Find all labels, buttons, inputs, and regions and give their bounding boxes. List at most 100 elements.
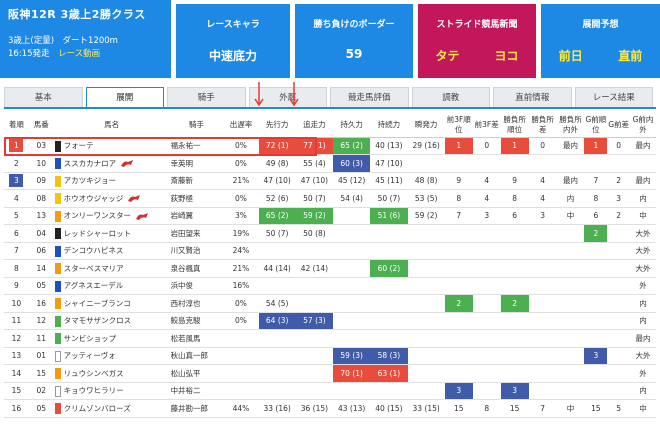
cell-name[interactable]: キョウワヒラリー: [53, 382, 170, 400]
table-row[interactable]: 10 16 シャイニーブランコ 西村淳也 0% 54 (5) 2 2 内: [4, 294, 656, 313]
cell-name[interactable]: デンコウハピネス: [53, 242, 170, 260]
cell-jizoku: 40 (13): [370, 137, 408, 155]
table-row[interactable]: 7 06 デンコウハピネス 川又賢治 24% 大外: [4, 242, 656, 260]
cell-senko: 33 (16): [258, 399, 296, 418]
cell-sio: [556, 294, 585, 313]
table-row[interactable]: 13 01 アッティーヴォ 秋山真一郎 59 (3) 58 (3) 3 大外: [4, 347, 656, 365]
table-row[interactable]: 6 04 レッドシャーロット 岩田望来 19% 50 (7) 50 (8) 2 大外: [4, 224, 656, 243]
table-row[interactable]: 8 14 スターベスマリア 泉谷楓真 21% 44 (14) 42 (14) 60 (2) 大外: [4, 259, 656, 278]
horse-name[interactable]: フォーテ: [64, 141, 94, 150]
cell-sr: 2: [500, 294, 529, 313]
horse-name[interactable]: アカツキジョー: [64, 176, 117, 185]
cell-name[interactable]: シャイニーブランコ: [53, 294, 170, 313]
col-f3-rank[interactable]: 前3F順位: [444, 113, 473, 138]
cell-gr: [584, 277, 608, 295]
horse-name[interactable]: オンリーワンスター: [64, 211, 131, 220]
tab-basic[interactable]: 基本: [4, 87, 83, 107]
horse-name[interactable]: シャイニーブランコ: [64, 299, 131, 308]
cell-sr: [500, 347, 529, 365]
horse-name[interactable]: デンコウハピネス: [64, 246, 124, 255]
cell-jockey: 藤井勘一郎: [169, 399, 224, 418]
tab-latest-info[interactable]: 直前情報: [493, 87, 572, 107]
cell-rank: 6: [4, 224, 29, 243]
col-jockey[interactable]: 騎手: [169, 113, 224, 138]
cell-name[interactable]: ススカカナロア: [53, 154, 170, 173]
tab-training[interactable]: 調教: [411, 87, 490, 107]
col-shunpatsu[interactable]: 瞬発力: [407, 113, 445, 138]
col-f3-diff[interactable]: 前3F差: [472, 113, 501, 138]
race-video-link[interactable]: レース動画: [58, 49, 100, 59]
col-rank[interactable]: 着順: [4, 113, 29, 138]
horse-name[interactable]: クリムゾンバローズ: [64, 404, 131, 413]
cell-jockey: 中井裕二: [169, 382, 224, 400]
cell-name[interactable]: フォーテ: [53, 137, 170, 155]
col-turn-diff[interactable]: 勝負所差: [528, 113, 557, 138]
tab-jockey[interactable]: 騎手: [167, 87, 246, 107]
col-goal-lane[interactable]: G前内外: [630, 113, 656, 138]
cell-name[interactable]: オンリーワンスター: [53, 207, 170, 225]
horse-name[interactable]: ススカカナロア: [64, 159, 117, 168]
col-number[interactable]: 馬番: [28, 113, 54, 138]
table-row[interactable]: 15 02 キョウワヒラリー 中井裕二 3 3 内: [4, 382, 656, 400]
table-row[interactable]: 1 03 フォーテ 福永祐一 0% 72 (1) 77 (1) 65 (2) 40 (13) 29…: [4, 137, 656, 155]
cell-name[interactable]: アグネスエーデル: [53, 277, 170, 295]
cell-late: [223, 329, 259, 348]
col-goal-rank[interactable]: G前順位: [584, 113, 608, 138]
cell-gr: [584, 329, 608, 348]
cell-name[interactable]: ホウオウジャッジ: [53, 189, 170, 208]
forecast-just-before-link[interactable]: 直前: [618, 47, 642, 64]
table-row[interactable]: 11 12 タマモサザンクロス 鮫島克駿 0% 64 (3) 57 (3) 内: [4, 312, 656, 330]
horse-name[interactable]: リュウシンベガス: [64, 369, 124, 378]
col-goal-diff[interactable]: G前差: [607, 113, 631, 138]
cell-f3r: [444, 259, 473, 278]
cell-rank: 9: [4, 277, 29, 295]
horse-name[interactable]: ホウオウジャッジ: [64, 194, 124, 203]
cell-sio: [556, 347, 585, 365]
col-turn-rank[interactable]: 勝負所順位: [500, 113, 529, 138]
col-jizoku[interactable]: 持続力: [370, 113, 408, 138]
cell-f3r: [444, 277, 473, 295]
stride-tate-link[interactable]: タテ: [435, 47, 459, 64]
col-tsuiso[interactable]: 追走力: [295, 113, 334, 138]
col-senko[interactable]: 先行力: [258, 113, 296, 138]
cell-name[interactable]: アカツキジョー: [53, 172, 170, 190]
table-row[interactable]: 12 11 サンビショップ 松若風馬 最内: [4, 329, 656, 348]
cell-jizoku: 60 (2): [370, 259, 408, 278]
col-horse-name[interactable]: 馬名: [53, 113, 170, 138]
stride-yoko-link[interactable]: ヨコ: [494, 47, 518, 64]
cell-name[interactable]: アッティーヴォ: [53, 347, 170, 365]
cell-shunpatsu: [407, 312, 445, 330]
cell-name[interactable]: サンビショップ: [53, 329, 170, 348]
col-late-start[interactable]: 出遅率: [223, 113, 259, 138]
horse-name[interactable]: サンビショップ: [64, 334, 117, 343]
cell-sd: 0: [528, 137, 557, 155]
forecast-previous-day-link[interactable]: 前日: [559, 47, 583, 64]
col-jikyu[interactable]: 持久力: [333, 113, 371, 138]
table-row[interactable]: 16 05 クリムゾンバローズ 藤井勘一郎 44% 33 (16) 36 (15) 43 (1…: [4, 399, 656, 418]
tab-pace[interactable]: 展開: [85, 87, 164, 107]
horse-name[interactable]: キョウワヒラリー: [64, 386, 124, 395]
cell-gr: [584, 242, 608, 260]
cell-name[interactable]: スターベスマリア: [53, 259, 170, 278]
cell-name[interactable]: リュウシンベガス: [53, 364, 170, 383]
horse-name[interactable]: スターベスマリア: [64, 264, 124, 273]
tab-horse-rating[interactable]: 競走馬評価: [330, 87, 409, 107]
table-row[interactable]: 9 05 アグネスエーデル 浜中俊 16% 外: [4, 277, 656, 295]
cell-shunpatsu: 59 (2): [407, 207, 445, 225]
horse-name[interactable]: タマモサザンクロス: [64, 316, 132, 325]
table-row[interactable]: 4 08 ホウオウジャッジ 荻野極 0% 52 (6) 50 (7) 54 (4) 50 (7)…: [4, 189, 656, 208]
table-row[interactable]: 3 09 アカツキジョー 斎藤新 21% 47 (10) 47 (10) 45 (12) 45 …: [4, 172, 656, 190]
table-row[interactable]: 5 13 オンリーワンスター 岩崎翼 3% 65 (2) 59 (2) 51 (6) 59 (2…: [4, 207, 656, 225]
cell-jikyu: [333, 259, 371, 278]
horse-name[interactable]: アグネスエーデル: [64, 281, 124, 290]
col-turn-lane[interactable]: 勝負所内外: [556, 113, 585, 138]
horse-name[interactable]: レッドシャーロット: [64, 229, 132, 238]
cell-name[interactable]: レッドシャーロット: [53, 224, 170, 243]
cell-name[interactable]: タマモサザンクロス: [53, 312, 170, 330]
table-row[interactable]: 2 10 ススカカナロア 幸英明 0% 49 (8) 55 (4) 60 (3) 47 (10): [4, 154, 656, 173]
tab-race-result[interactable]: レース結果: [574, 87, 653, 107]
horse-name[interactable]: アッティーヴォ: [64, 351, 116, 360]
table-row[interactable]: 14 15 リュウシンベガス 松山弘平 70 (1) 63 (1) 外: [4, 364, 656, 383]
cell-name[interactable]: クリムゾンバローズ: [53, 399, 170, 418]
cell-sd: [528, 382, 557, 400]
